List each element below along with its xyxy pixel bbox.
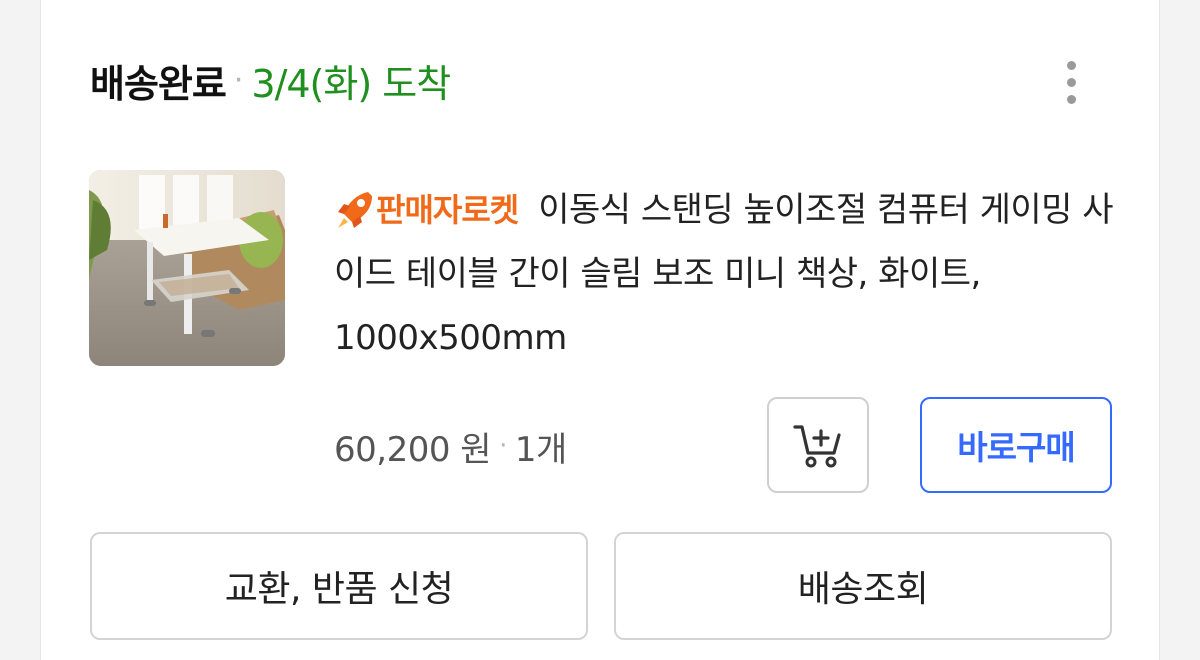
exchange-return-button[interactable]: 교환, 반품 신청 [90,532,588,640]
status-separator: · [233,62,244,98]
track-delivery-button[interactable]: 배송조회 [614,532,1112,640]
rocket-icon [338,192,372,228]
seller-rocket-label: 판매자로켓 [376,191,519,229]
product-title[interactable]: 판매자로켓 이동식 스탠딩 높이조절 컴퓨터 게이밍 사이드 테이블 간이 슬림… [334,178,1114,370]
buy-now-button[interactable]: 바로구매 [920,397,1112,493]
arrival-date: 3/4(화) 도착 [251,61,451,106]
product-quantity: 1개 [514,429,567,470]
price-separator: · [499,431,507,461]
product-image[interactable] [89,170,285,366]
desk-photo [89,170,285,366]
order-card: 배송완료 · 3/4(화) 도착 판매자로켓 이동식 스탠딩 높이조절 컴퓨터 … [40,0,1160,660]
add-to-cart-icon [793,425,841,468]
more-options-button[interactable] [1051,52,1091,112]
delivery-status: 배송완료 [90,61,227,106]
price-quantity-line: 60,200 원 · 1개 [334,418,567,474]
add-to-cart-button[interactable] [767,397,869,493]
more-vertical-icon [1066,60,1076,70]
delivery-status-line: 배송완료 · 3/4(화) 도착 [90,50,451,110]
seller-rocket-badge: 판매자로켓 [334,178,519,242]
product-price: 60,200 원 [334,429,492,470]
